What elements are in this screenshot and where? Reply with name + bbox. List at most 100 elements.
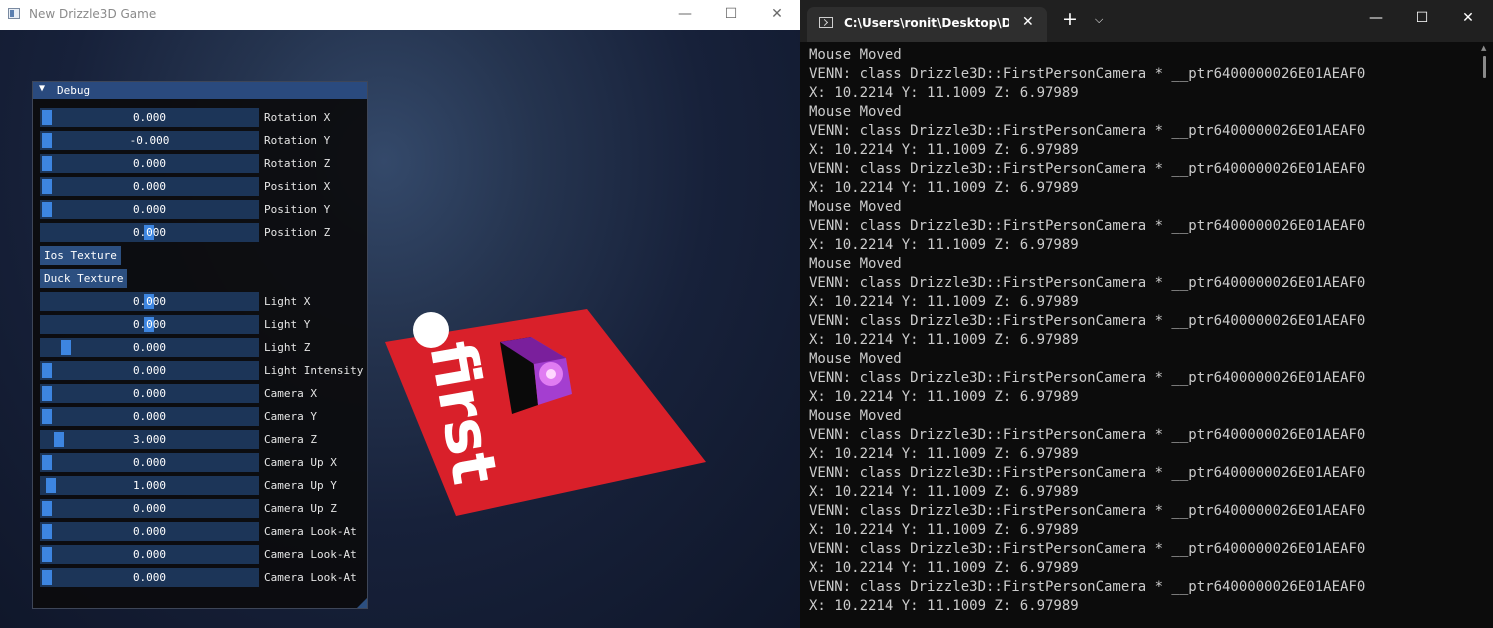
terminal-line: X: 10.2214 Y: 11.1009 Z: 6.97989 — [809, 142, 1079, 158]
terminal-line: VENN: class Drizzle3D::FirstPersonCamera… — [809, 218, 1366, 234]
slider-track[interactable]: 0.000 — [40, 568, 259, 587]
tab-close-icon[interactable]: ✕ — [1022, 14, 1034, 30]
slider-light-z[interactable]: 0.000 Light Z — [40, 338, 370, 357]
terminal-tabbar[interactable]: C:\Users\ronit\Desktop\Drizzle ✕ + ⌵ — ☐… — [800, 0, 1493, 42]
game-viewport[interactable]: first ▼ Debug 0.000 Rotation X -0.000 Ro… — [0, 30, 800, 628]
terminal-line: X: 10.2214 Y: 11.1009 Z: 6.97989 — [809, 85, 1079, 101]
scroll-up-arrow-icon[interactable]: ▲ — [1481, 44, 1486, 52]
terminal-line: VENN: class Drizzle3D::FirstPersonCamera… — [809, 275, 1366, 291]
slider-position-z[interactable]: 0.000 Position Z — [40, 223, 370, 242]
terminal-line: X: 10.2214 Y: 11.1009 Z: 6.97989 — [809, 389, 1079, 405]
slider-label: Camera Up Z — [264, 502, 337, 515]
terminal-close-button[interactable]: ✕ — [1445, 0, 1491, 36]
slider-camera-look-at-y[interactable]: 0.000 Camera Look-At — [40, 545, 370, 564]
slider-camera-y[interactable]: 0.000 Camera Y — [40, 407, 370, 426]
slider-track[interactable]: 0.000 — [40, 108, 259, 127]
slider-label: Camera Look-At — [264, 525, 357, 538]
slider-camera-up-z[interactable]: 0.000 Camera Up Z — [40, 499, 370, 518]
ios-texture-button[interactable]: Ios Texture — [40, 246, 121, 265]
slider-track[interactable]: 0.000 — [40, 384, 259, 403]
slider-value: 0.000 — [132, 387, 167, 400]
debug-panel-title: Debug — [57, 84, 91, 97]
slider-track[interactable]: 0.000 — [40, 154, 259, 173]
game-window: New Drizzle3D Game — ☐ ✕ first ▼ Debug 0… — [0, 0, 800, 628]
slider-label: Position X — [264, 180, 331, 193]
slider-camera-look-at-z[interactable]: 0.000 Camera Look-At — [40, 568, 370, 587]
collapse-arrow-icon[interactable]: ▼ — [39, 83, 45, 94]
tab-dropdown-chevron-icon[interactable]: ⌵ — [1095, 13, 1103, 27]
slider-value: 1.000 — [132, 479, 167, 492]
slider-label: Camera Look-At — [264, 548, 357, 561]
terminal-scrollbar[interactable] — [1483, 56, 1486, 78]
terminal-minimize-button[interactable]: — — [1353, 0, 1399, 36]
terminal-tab-title: C:\Users\ronit\Desktop\Drizzle — [844, 16, 1009, 30]
slider-track[interactable]: 0.000 — [40, 545, 259, 564]
slider-track[interactable]: 0.000 — [40, 292, 259, 311]
console-icon — [819, 17, 833, 28]
debug-panel: ▼ Debug 0.000 Rotation X -0.000 Rotation… — [32, 81, 368, 609]
slider-rotation-y[interactable]: -0.000 Rotation Y — [40, 131, 370, 150]
game-minimize-button[interactable]: — — [662, 0, 708, 30]
slider-camera-x[interactable]: 0.000 Camera X — [40, 384, 370, 403]
slider-value: 0.000 — [132, 226, 167, 239]
slider-value: 0.000 — [132, 410, 167, 423]
new-tab-button[interactable]: + — [1062, 9, 1078, 29]
slider-label: Light X — [264, 295, 311, 308]
slider-track[interactable]: -0.000 — [40, 131, 259, 150]
terminal-line: X: 10.2214 Y: 11.1009 Z: 6.97989 — [809, 294, 1079, 310]
plane-texture-dot — [413, 312, 449, 348]
slider-camera-z[interactable]: 3.000 Camera Z — [40, 430, 370, 449]
slider-track[interactable]: 0.000 — [40, 522, 259, 541]
game-maximize-button[interactable]: ☐ — [708, 0, 754, 30]
terminal-maximize-button[interactable]: ☐ — [1399, 0, 1445, 36]
terminal-line: X: 10.2214 Y: 11.1009 Z: 6.97989 — [809, 484, 1079, 500]
slider-track[interactable]: 0.000 — [40, 177, 259, 196]
slider-track[interactable]: 3.000 — [40, 430, 259, 449]
slider-track[interactable]: 0.000 — [40, 361, 259, 380]
terminal-line: X: 10.2214 Y: 11.1009 Z: 6.97989 — [809, 598, 1079, 614]
terminal-line: X: 10.2214 Y: 11.1009 Z: 6.97989 — [809, 560, 1079, 576]
slider-position-x[interactable]: 0.000 Position X — [40, 177, 370, 196]
slider-rotation-x[interactable]: 0.000 Rotation X — [40, 108, 370, 127]
slider-track[interactable]: 0.000 — [40, 338, 259, 357]
app-window-icon — [8, 8, 20, 19]
slider-rotation-z[interactable]: 0.000 Rotation Z — [40, 154, 370, 173]
terminal-output[interactable]: Mouse MovedVENN: class Drizzle3D::FirstP… — [809, 46, 1474, 616]
terminal-line: VENN: class Drizzle3D::FirstPersonCamera… — [809, 541, 1366, 557]
terminal-line: X: 10.2214 Y: 11.1009 Z: 6.97989 — [809, 446, 1079, 462]
slider-track[interactable]: 1.000 — [40, 476, 259, 495]
game-titlebar[interactable]: New Drizzle3D Game — ☐ ✕ — [0, 0, 800, 30]
terminal-tab[interactable]: C:\Users\ronit\Desktop\Drizzle ✕ — [807, 7, 1047, 42]
slider-track[interactable]: 0.000 — [40, 200, 259, 219]
panel-resize-grip[interactable] — [357, 598, 367, 608]
terminal-line: VENN: class Drizzle3D::FirstPersonCamera… — [809, 465, 1366, 481]
slider-camera-up-y[interactable]: 1.000 Camera Up Y — [40, 476, 370, 495]
slider-label: Camera Z — [264, 433, 317, 446]
slider-label: Light Y — [264, 318, 311, 331]
slider-track[interactable]: 0.000 — [40, 407, 259, 426]
slider-light-x[interactable]: 0.000 Light X — [40, 292, 370, 311]
slider-track[interactable]: 0.000 — [40, 499, 259, 518]
slider-value: 0.000 — [132, 341, 167, 354]
slider-track[interactable]: 0.000 — [40, 315, 259, 334]
terminal-line: Mouse Moved — [809, 408, 902, 424]
terminal-line: X: 10.2214 Y: 11.1009 Z: 6.97989 — [809, 237, 1079, 253]
slider-track[interactable]: 0.000 — [40, 453, 259, 472]
slider-light-y[interactable]: 0.000 Light Y — [40, 315, 370, 334]
slider-camera-up-x[interactable]: 0.000 Camera Up X — [40, 453, 370, 472]
slider-value: 0.000 — [132, 111, 167, 124]
game-close-button[interactable]: ✕ — [754, 0, 800, 30]
terminal-line: X: 10.2214 Y: 11.1009 Z: 6.97989 — [809, 180, 1079, 196]
slider-position-y[interactable]: 0.000 Position Y — [40, 200, 370, 219]
slider-value: -0.000 — [129, 134, 170, 147]
slider-track[interactable]: 0.000 — [40, 223, 259, 242]
slider-camera-look-at-x[interactable]: 0.000 Camera Look-At — [40, 522, 370, 541]
slider-label: Camera Look-At — [264, 571, 357, 584]
duck-texture-button[interactable]: Duck Texture — [40, 269, 128, 288]
slider-label: Position Z — [264, 226, 331, 239]
slider-light-intensity[interactable]: 0.000 Light Intensity — [40, 361, 370, 380]
slider-label: Rotation X — [264, 111, 331, 124]
debug-panel-header[interactable]: ▼ Debug — [33, 82, 367, 99]
slider-label: Camera Up Y — [264, 479, 337, 492]
terminal-line: Mouse Moved — [809, 256, 902, 272]
